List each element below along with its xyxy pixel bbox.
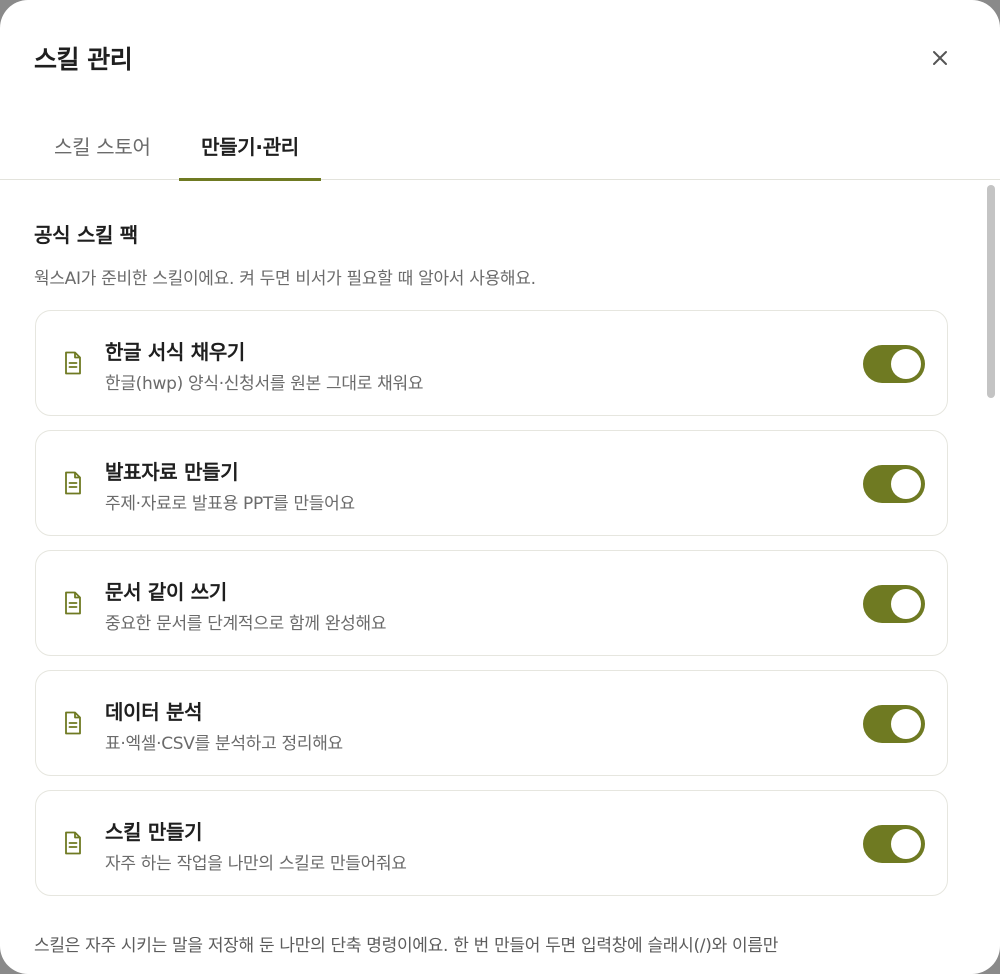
tab-create-manage[interactable]: 만들기·관리 [179,110,321,181]
skill-description: 중요한 문서를 단계적으로 함께 완성해요 [105,614,387,634]
toggle-knob [891,349,921,379]
toggle-knob [891,589,921,619]
skill-toggle[interactable] [863,825,925,863]
dialog-title: 스킬 관리 [34,45,133,74]
dialog-header: 스킬 관리 [0,0,1000,110]
skill-toggle[interactable] [863,465,925,503]
skill-name: 스킬 만들기 [105,820,203,844]
skill-card: 스킬 만들기 자주 하는 작업을 나만의 스킬로 만들어줘요 [35,790,948,896]
document-icon [65,831,81,855]
close-icon [933,51,947,65]
document-icon [65,711,81,735]
skill-toggle[interactable] [863,585,925,623]
section-description: 웍스AI가 준비한 스킬이에요. 켜 두면 비서가 필요할 때 알아서 사용해요… [34,269,536,289]
skill-management-dialog: 스킬 관리 스킬 스토어 만들기·관리 공식 스킬 팩 웍스AI가 준비한 스킬… [0,0,1000,974]
tab-bar: 스킬 스토어 만들기·관리 [0,110,1000,181]
tab-skill-store[interactable]: 스킬 스토어 [34,110,174,180]
skill-card: 발표자료 만들기 주제·자료로 발표용 PPT를 만들어요 [35,430,948,536]
skill-card: 한글 서식 채우기 한글(hwp) 양식·신청서를 원본 그대로 채워요 [35,310,948,416]
skill-name: 발표자료 만들기 [105,460,239,484]
document-icon [65,351,81,375]
skill-description: 한글(hwp) 양식·신청서를 원본 그대로 채워요 [105,374,424,394]
scrollbar-thumb[interactable] [987,185,995,398]
skill-description: 주제·자료로 발표용 PPT를 만들어요 [105,494,355,514]
document-icon [65,471,81,495]
skill-explanation-text: 스킬은 자주 시키는 말을 저장해 둔 나만의 단축 명령이에요. 한 번 만들… [34,936,779,956]
skill-card: 데이터 분석 표·엑셀·CSV를 분석하고 정리해요 [35,670,948,776]
toggle-knob [891,709,921,739]
skill-card: 문서 같이 쓰기 중요한 문서를 단계적으로 함께 완성해요 [35,550,948,656]
section-title: 공식 스킬 팩 [34,223,138,247]
skill-description: 표·엑셀·CSV를 분석하고 정리해요 [105,734,343,754]
toggle-knob [891,829,921,859]
skill-name: 한글 서식 채우기 [105,340,246,364]
document-icon [65,591,81,615]
close-button[interactable] [922,40,958,76]
skill-toggle[interactable] [863,705,925,743]
skill-name: 문서 같이 쓰기 [105,580,227,604]
toggle-knob [891,469,921,499]
skill-name: 데이터 분석 [105,700,203,724]
skill-toggle[interactable] [863,345,925,383]
dialog-content: 공식 스킬 팩 웍스AI가 준비한 스킬이에요. 켜 두면 비서가 필요할 때 … [0,181,1000,974]
skill-description: 자주 하는 작업을 나만의 스킬로 만들어줘요 [105,854,407,874]
